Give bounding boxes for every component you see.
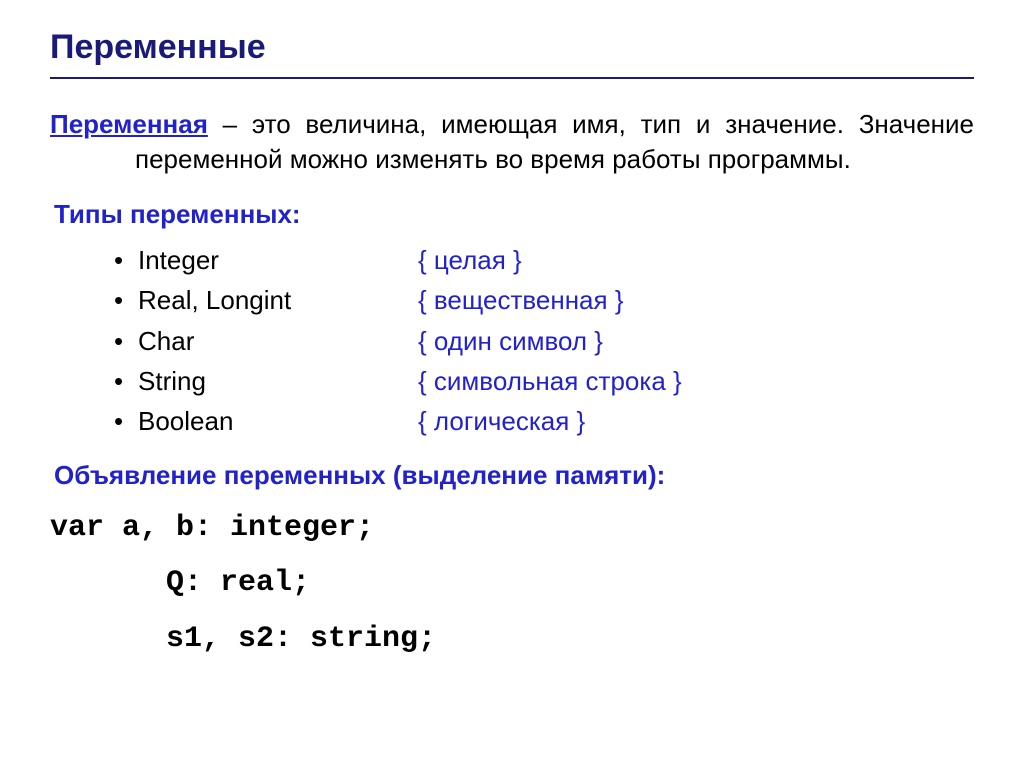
code-line-3: s1, s2: string;: [50, 612, 974, 668]
bullet-icon: •: [114, 321, 138, 361]
types-heading: Типы переменных:: [54, 199, 974, 230]
declaration-heading: Объявление переменных (выделение памяти)…: [54, 460, 974, 491]
list-item: • Char { один символ }: [114, 321, 974, 361]
type-description: { логическая }: [418, 401, 585, 441]
type-name: Real, Longint: [138, 280, 418, 320]
type-description: { целая }: [418, 240, 522, 280]
list-item: • Real, Longint { вещественная }: [114, 280, 974, 320]
definition-term: Переменная: [50, 109, 208, 139]
bullet-icon: •: [114, 280, 138, 320]
type-description: { вещественная }: [418, 280, 624, 320]
type-name: String: [138, 361, 418, 401]
bullet-icon: •: [114, 240, 138, 280]
list-item: • Integer { целая }: [114, 240, 974, 280]
code-block: var a, b: integer; Q: real; s1, s2: stri…: [50, 501, 974, 668]
type-name: Integer: [138, 240, 418, 280]
type-name: Boolean: [138, 401, 418, 441]
definition-paragraph: Переменная – это величина, имеющая имя, …: [50, 107, 974, 177]
title-underline: [50, 77, 974, 79]
slide-title: Переменные: [50, 28, 974, 67]
type-description: { один символ }: [418, 321, 603, 361]
types-list: • Integer { целая } • Real, Longint { ве…: [114, 240, 974, 441]
code-line-1: var a, b: integer;: [50, 501, 974, 557]
list-item: • Boolean { логическая }: [114, 401, 974, 441]
type-description: { символьная строка }: [418, 361, 682, 401]
bullet-icon: •: [114, 361, 138, 401]
code-line-2: Q: real;: [50, 556, 974, 612]
list-item: • String { символьная строка }: [114, 361, 974, 401]
type-name: Char: [138, 321, 418, 361]
definition-rest: – это величина, имеющая имя, тип и значе…: [135, 109, 974, 174]
bullet-icon: •: [114, 401, 138, 441]
